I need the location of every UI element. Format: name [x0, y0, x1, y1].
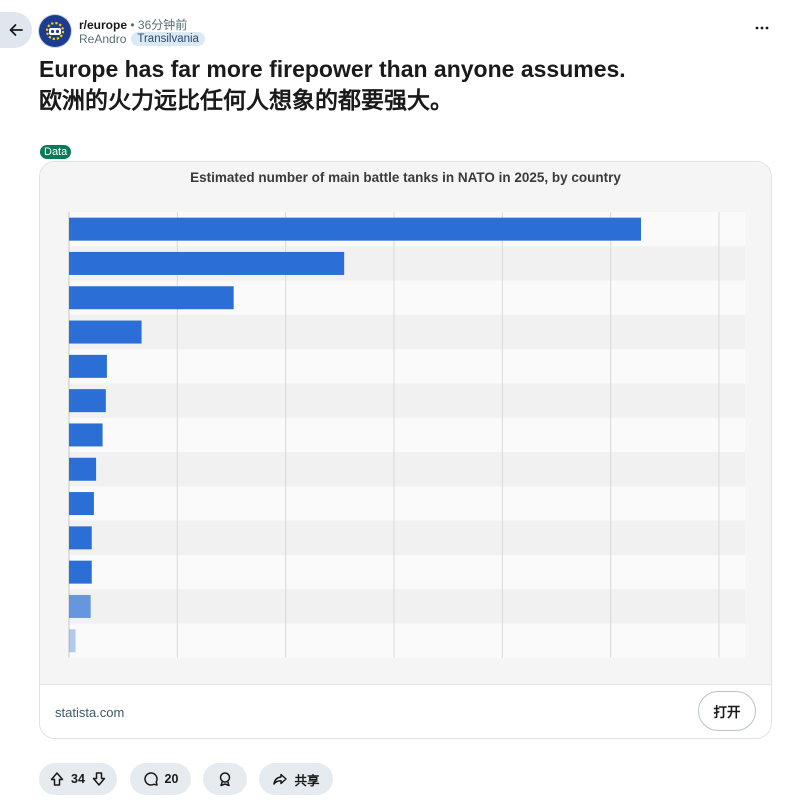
arrow-left-icon [9, 24, 23, 36]
card-divider [40, 684, 771, 685]
chart-bar [69, 526, 92, 550]
vote-control: 34 [39, 763, 117, 795]
comment-count: 20 [164, 772, 179, 786]
post-title-english: Europe has far more firepower than anyon… [39, 56, 626, 82]
post-flair[interactable]: Data [40, 145, 72, 159]
chart-row-band [69, 349, 745, 384]
comment-icon [143, 772, 158, 786]
chart-bar [69, 217, 641, 241]
subreddit-name[interactable]: r/europe [79, 18, 127, 32]
link-domain[interactable]: statista.com [55, 705, 124, 720]
chart-bar [69, 320, 142, 344]
chart-bar [69, 457, 97, 481]
meta-separator: • [130, 18, 135, 32]
share-button[interactable]: 共享 [259, 763, 333, 795]
comments-button[interactable]: 20 [130, 763, 191, 795]
downvote-icon[interactable] [91, 771, 107, 787]
chart-row-band [69, 417, 745, 453]
post-time: 36分钟前 [137, 18, 188, 32]
chart-row-band [69, 452, 745, 487]
chart-row-band [69, 623, 745, 658]
vote-count: 34 [71, 772, 85, 786]
more-options-button[interactable] [752, 18, 772, 38]
author-line: ReAndro Transilvania [79, 32, 205, 46]
chart-row-band [69, 555, 745, 590]
chart-row-band [69, 383, 745, 418]
eu-stars-icon [43, 19, 67, 43]
chart-row-band [69, 520, 745, 555]
chart-preview[interactable]: Estimated number of main battle tanks in… [40, 162, 771, 684]
award-icon [219, 772, 231, 787]
chart-bar [69, 286, 234, 310]
chart-bar [69, 423, 103, 447]
post-meta: r/europe • 36分钟前 [79, 16, 187, 33]
chart-row-band [69, 486, 745, 521]
chart-bar [69, 354, 107, 378]
chart-row-band [69, 589, 745, 624]
post-title-chinese: 欧洲的火力远比任何人想象的都要强大。 [39, 87, 453, 113]
post-title: Europe has far more firepower than anyon… [39, 54, 759, 116]
more-dots-icon [755, 26, 769, 30]
chart-bar [69, 594, 91, 618]
chart-row-band [69, 314, 745, 350]
subreddit-avatar[interactable] [39, 15, 71, 47]
chart-bar [69, 560, 92, 584]
back-button[interactable] [0, 12, 32, 48]
chart-bar [69, 389, 106, 413]
bar-chart [68, 212, 745, 658]
user-flair: Transilvania [131, 32, 205, 46]
chart-bar [69, 251, 345, 275]
open-link-button[interactable]: 打开 [698, 691, 756, 731]
chart-bar [69, 629, 76, 653]
chart-bar [69, 492, 94, 516]
upvote-icon[interactable] [49, 771, 65, 787]
link-preview-card[interactable]: Estimated number of main battle tanks in… [39, 161, 772, 739]
award-button[interactable] [203, 763, 247, 795]
author-name[interactable]: ReAndro [79, 32, 126, 46]
share-icon [273, 773, 288, 785]
share-label: 共享 [294, 773, 320, 788]
